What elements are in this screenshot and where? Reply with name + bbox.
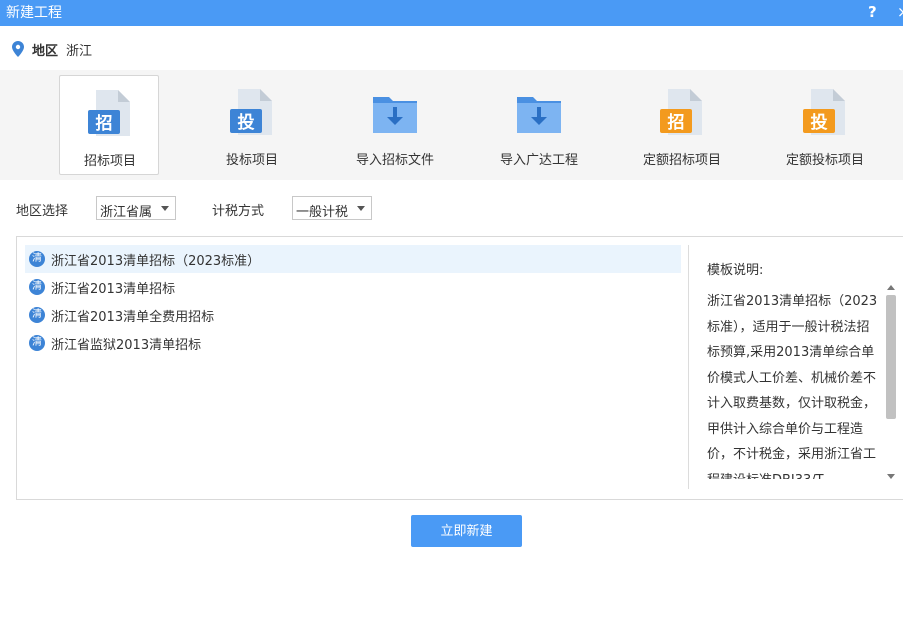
import-folder-icon <box>517 97 561 133</box>
template-desc-title: 模板说明: <box>707 263 764 278</box>
list-item-icon: 清 <box>29 279 45 295</box>
type-label: 投标项目 <box>225 153 278 168</box>
list-item-label: 浙江省2013清单全费用招标 <box>51 309 215 325</box>
region-select-value: 浙江省属 <box>100 205 153 220</box>
region-label: 地区 <box>32 43 59 59</box>
list-item-icon: 清 <box>29 307 45 323</box>
scroll-up-icon[interactable] <box>887 285 895 290</box>
type-quota-bid-submit[interactable]: 投 定额投标项目 <box>775 75 875 175</box>
tax-method-select[interactable]: 一般计税 <box>292 196 372 220</box>
type-label: 定额投标项目 <box>785 153 864 168</box>
svg-text:投: 投 <box>811 112 828 133</box>
svg-text:招: 招 <box>668 112 685 133</box>
region-select[interactable]: 浙江省属 <box>96 196 176 220</box>
chevron-down-icon <box>161 206 169 211</box>
type-quota-bid-invite[interactable]: 招 定额招标项目 <box>632 75 732 175</box>
import-folder-icon <box>373 97 417 133</box>
list-item[interactable]: 清 浙江省2013清单全费用招标 <box>25 301 681 329</box>
desc-scrollbar[interactable] <box>885 283 897 481</box>
help-icon[interactable]: ? <box>868 2 877 22</box>
template-panel: 清 浙江省2013清单招标（2023标准） 清 浙江省2013清单招标 清 浙江… <box>16 236 903 500</box>
type-bid-invite[interactable]: 招 招标项目 <box>59 75 159 175</box>
chevron-down-icon <box>357 206 365 211</box>
list-item-label: 浙江省2013清单招标（2023标准） <box>51 253 261 269</box>
template-desc-text: 浙江省2013清单招标（2023标准），适用于一般计税法招标预算,采用2013清… <box>707 294 878 479</box>
type-import-guangda[interactable]: 导入广达工程 <box>489 75 589 175</box>
type-label: 导入广达工程 <box>499 153 578 168</box>
list-item-icon: 清 <box>29 335 45 351</box>
list-item[interactable]: 清 浙江省2013清单招标（2023标准） <box>25 245 681 273</box>
quota-bid-submit-icon: 投 <box>803 89 845 135</box>
svg-text:投: 投 <box>238 112 255 133</box>
location-pin-icon <box>12 41 24 57</box>
scroll-down-icon[interactable] <box>887 474 895 479</box>
tax-method-label: 计税方式 <box>212 204 265 219</box>
type-label: 导入招标文件 <box>355 153 434 168</box>
list-item[interactable]: 清 浙江省监狱2013清单招标 <box>25 329 681 357</box>
list-item-label: 浙江省监狱2013清单招标 <box>51 337 202 353</box>
region-row: 地区 浙江 <box>12 40 93 59</box>
bid-submit-icon: 投 <box>230 89 272 135</box>
region-value: 浙江 <box>66 43 93 59</box>
create-now-button[interactable]: 立即新建 <box>411 515 522 547</box>
list-item-icon: 清 <box>29 251 45 267</box>
type-import-bid-file[interactable]: 导入招标文件 <box>345 75 445 175</box>
window-title: 新建工程 <box>6 5 62 21</box>
project-type-bar: 招 招标项目 投 投标项目 导入招标文件 导入广达工程 招 定额招标项目 投 定… <box>0 70 903 180</box>
type-bid-submit[interactable]: 投 投标项目 <box>202 75 302 175</box>
title-bar: 新建工程 ? × <box>0 0 903 26</box>
list-item-label: 浙江省2013清单招标 <box>51 281 176 297</box>
region-select-label: 地区选择 <box>16 204 69 219</box>
scroll-thumb[interactable] <box>886 295 896 419</box>
panel-divider <box>688 245 689 489</box>
close-icon[interactable]: × <box>897 2 903 22</box>
svg-text:招: 招 <box>96 113 113 134</box>
list-item[interactable]: 清 浙江省2013清单招标 <box>25 273 681 301</box>
type-label: 招标项目 <box>83 154 136 169</box>
type-label: 定额招标项目 <box>642 153 721 168</box>
template-list: 清 浙江省2013清单招标（2023标准） 清 浙江省2013清单招标 清 浙江… <box>25 245 681 357</box>
tax-method-value: 一般计税 <box>296 205 349 220</box>
quota-bid-invite-icon: 招 <box>660 89 702 135</box>
bid-invite-icon: 招 <box>88 90 130 136</box>
